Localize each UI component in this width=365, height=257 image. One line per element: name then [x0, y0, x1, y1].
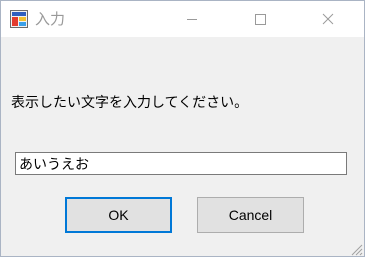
close-icon [322, 13, 334, 25]
resize-grip-icon[interactable] [349, 241, 363, 256]
minimize-button[interactable] [169, 1, 215, 37]
text-input-field[interactable] [15, 152, 347, 175]
close-button[interactable] [305, 1, 351, 37]
app-icon [10, 10, 28, 28]
prompt-label: 表示したい文字を入力してください。 [11, 95, 249, 111]
title-bar[interactable]: 入力 [1, 1, 364, 37]
cancel-button[interactable]: Cancel [197, 197, 304, 233]
minimize-icon [187, 19, 197, 20]
input-dialog-window: 入力 表示したい文字を入力してください。 OK Cancel [0, 0, 365, 257]
ok-button[interactable]: OK [65, 197, 172, 233]
window-title: 入力 [35, 10, 66, 28]
maximize-icon [255, 14, 266, 25]
maximize-button[interactable] [237, 1, 283, 37]
